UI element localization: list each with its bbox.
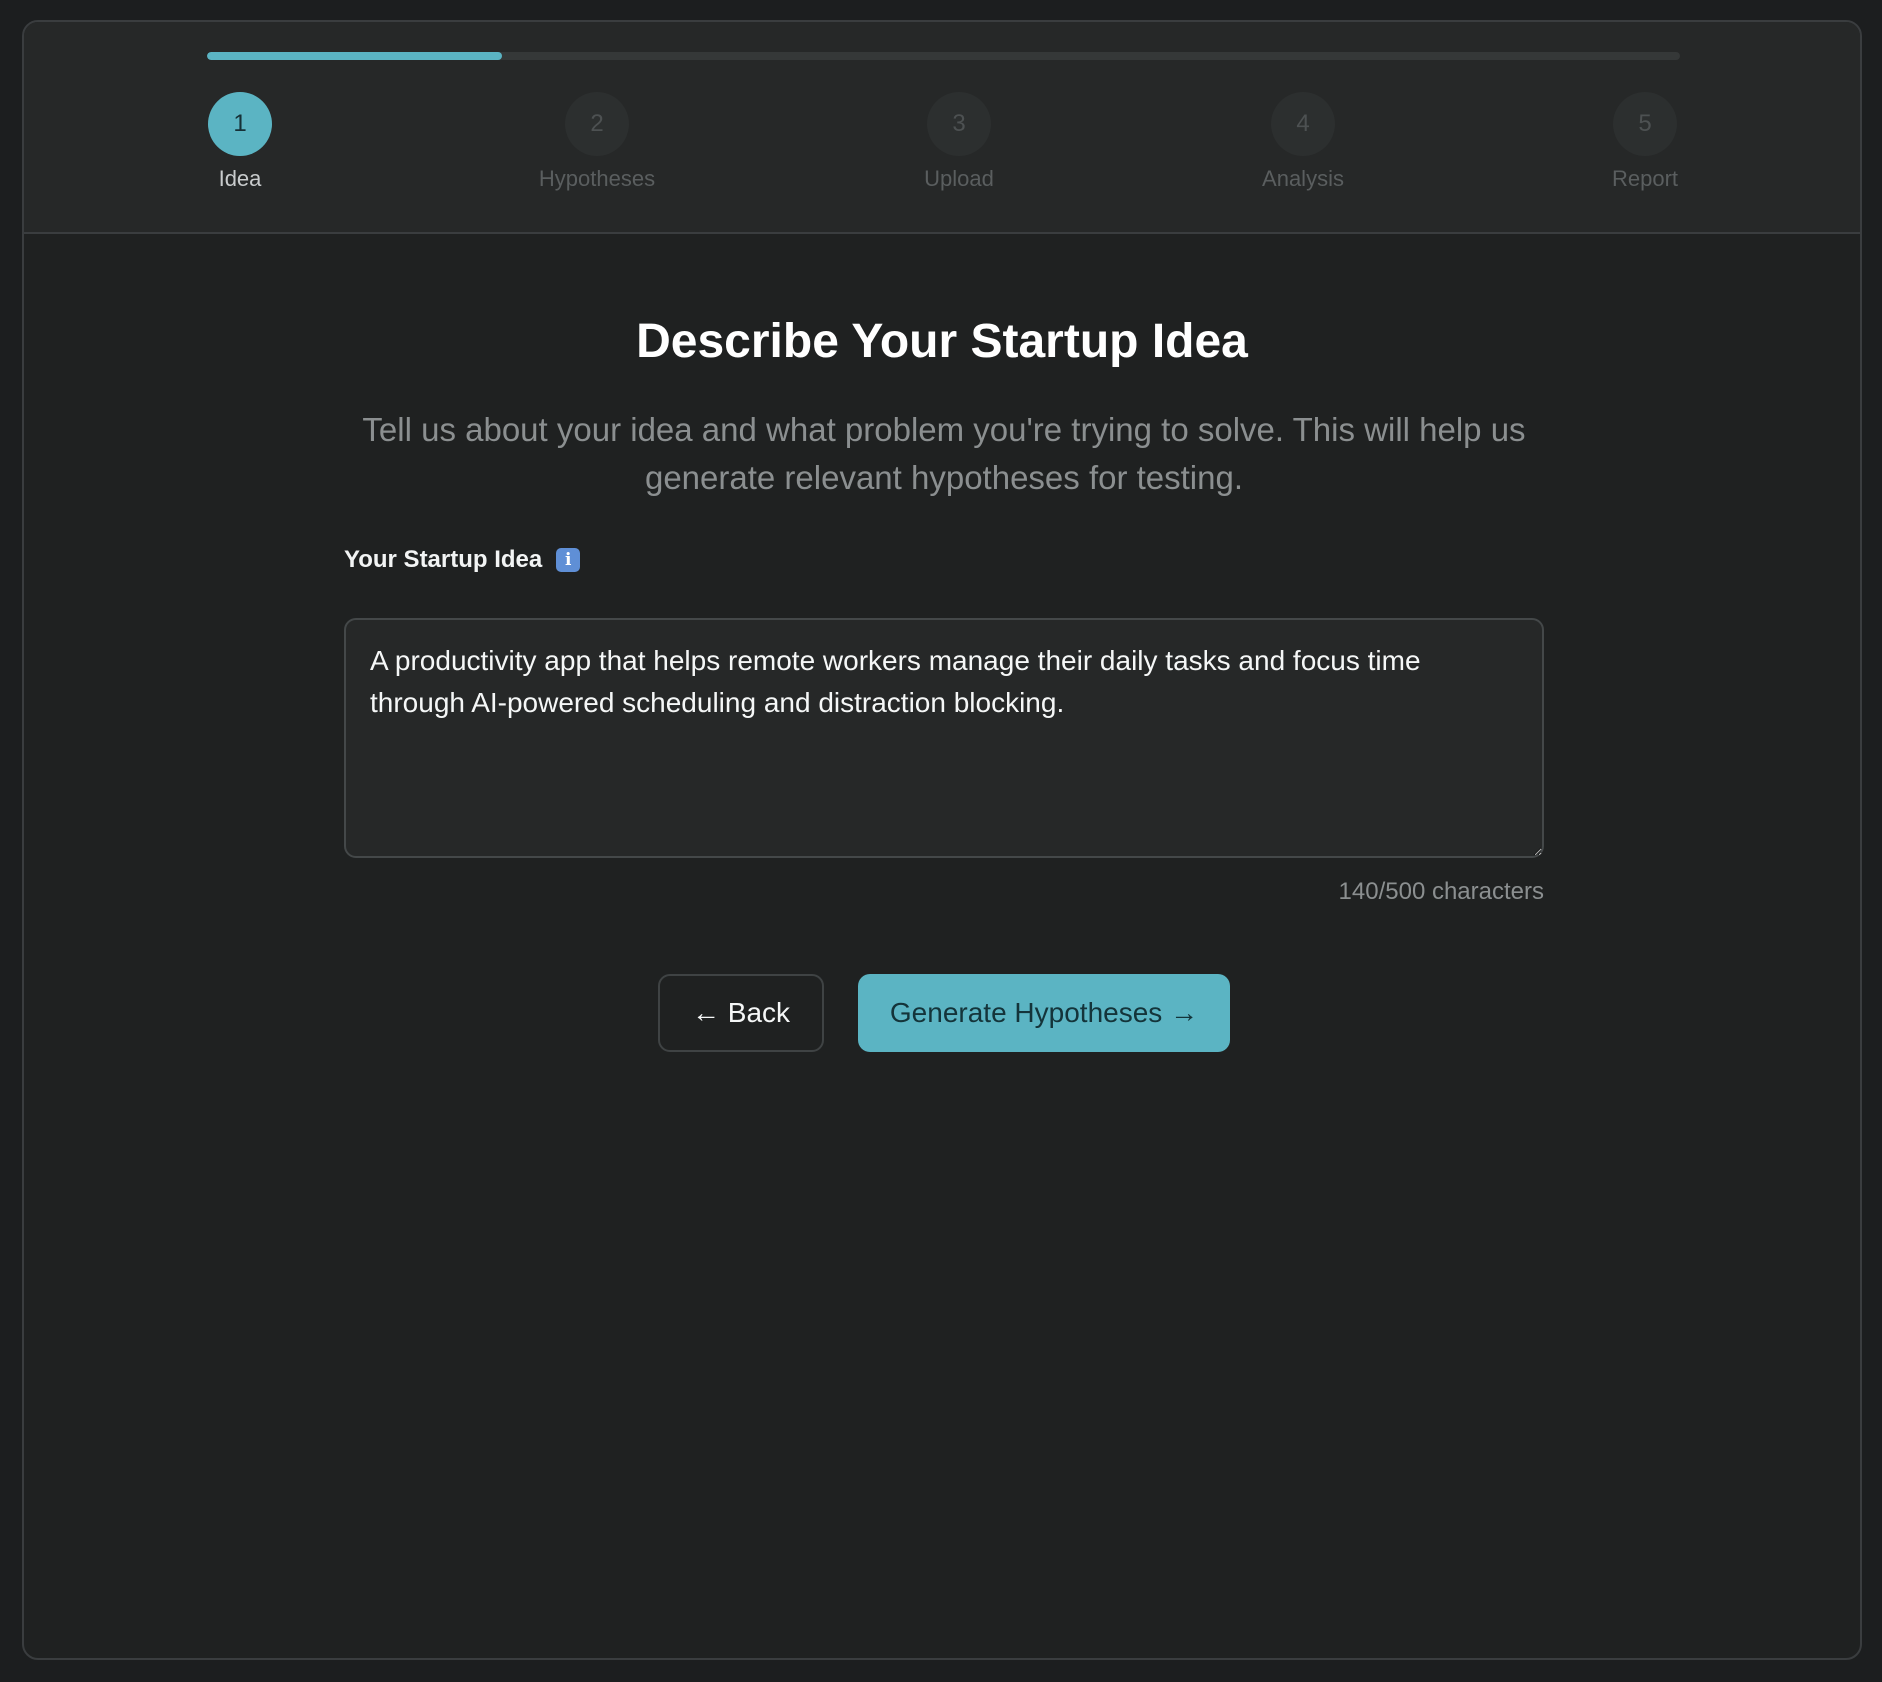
progress-bar: [207, 52, 1680, 60]
field-label: Your Startup Idea: [344, 546, 543, 573]
step-label: Idea: [218, 166, 262, 191]
wizard-window: 1 Idea 2 Hypotheses 3 Upload 4 Analysis …: [22, 20, 1862, 1660]
step-number-circle: 4: [1271, 92, 1335, 156]
step-idea[interactable]: 1 Idea: [130, 92, 350, 192]
character-counter: 140/500 characters: [1338, 878, 1544, 905]
field-label-row: Your Startup Idea i: [344, 546, 581, 574]
page-title: Describe Your Startup Idea: [636, 315, 1248, 368]
step-report[interactable]: 5 Report: [1535, 92, 1755, 192]
step-number-circle: 1: [208, 92, 272, 156]
info-icon[interactable]: i: [556, 548, 581, 572]
page-subtitle: Tell us about your idea and what problem…: [362, 411, 1526, 496]
step-upload[interactable]: 3 Upload: [849, 92, 1069, 192]
step-number-circle: 3: [927, 92, 991, 156]
generate-hypotheses-button[interactable]: Generate Hypotheses →: [858, 974, 1230, 1052]
step-hypotheses[interactable]: 2 Hypotheses: [487, 92, 707, 192]
startup-idea-textarea[interactable]: [344, 618, 1544, 858]
step-analysis[interactable]: 4 Analysis: [1193, 92, 1413, 192]
step-label: Analysis: [1262, 166, 1344, 191]
step-label: Report: [1611, 166, 1679, 191]
back-button[interactable]: ← Back: [658, 974, 824, 1052]
step-label: Upload: [924, 166, 994, 191]
progress-bar-fill: [207, 52, 502, 60]
stepper-header: 1 Idea 2 Hypotheses 3 Upload 4 Analysis …: [24, 22, 1860, 234]
step-number-circle: 2: [565, 92, 629, 156]
step-label: Hypotheses: [538, 166, 656, 191]
step-number-circle: 5: [1613, 92, 1677, 156]
